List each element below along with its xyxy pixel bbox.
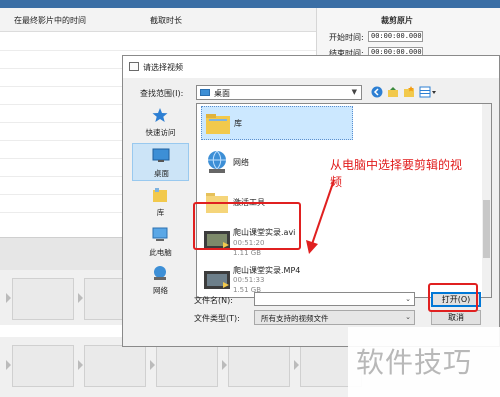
chevron-down-icon: ⌄ — [405, 295, 411, 303]
storyboard-slot[interactable] — [12, 345, 74, 387]
video-file-icon — [204, 271, 230, 289]
network-globe-icon — [208, 150, 226, 173]
new-folder-icon[interactable] — [403, 86, 415, 98]
storyboard-slot[interactable] — [228, 345, 290, 387]
dialog-titlebar[interactable]: 请选择视频 — [123, 56, 499, 78]
transition-arrow-icon — [150, 360, 155, 370]
transition-arrow-icon — [294, 360, 299, 370]
library-folder-icon — [206, 114, 230, 134]
look-in-value: 桌面 — [214, 89, 230, 98]
file-type-value: 所有支持的视频文件 — [261, 314, 329, 323]
cancel-button[interactable]: 取消 — [431, 310, 481, 325]
file-name-dropdown[interactable]: ⌄ — [254, 292, 415, 306]
place-label: 桌面 — [154, 169, 169, 178]
network-icon — [154, 266, 166, 280]
place-libraries[interactable]: 库 — [132, 183, 189, 221]
file-name: 爬山课堂实录.MP4 — [233, 266, 301, 275]
transition-arrow-icon — [78, 360, 83, 370]
storyboard-slot[interactable] — [84, 345, 146, 387]
chevron-down-icon: ⌄ — [405, 313, 411, 321]
list-row-divider — [0, 50, 316, 51]
place-label: 此电脑 — [149, 248, 172, 257]
file-name-label: 文件名(N): — [194, 296, 233, 305]
dialog-title: 请选择视频 — [143, 63, 183, 72]
chevron-down-icon: ▼ — [351, 88, 357, 96]
clip-start-label: 开始时间: — [329, 33, 364, 42]
file-duration: 00:51:33 — [233, 276, 265, 284]
highlight-box-video-file — [193, 202, 301, 250]
place-desktop[interactable]: 桌面 — [132, 143, 189, 181]
place-label: 快速访问 — [145, 128, 176, 137]
transition-arrow-icon — [222, 360, 227, 370]
star-icon — [152, 108, 168, 122]
column-header-time-in-movie[interactable]: 在最终影片中的时间 — [14, 15, 86, 26]
place-this-pc[interactable]: 此电脑 — [132, 223, 189, 261]
column-header-clip-duration[interactable]: 截取时长 — [150, 15, 182, 26]
dialog-window-icon — [129, 62, 139, 71]
file-type-combobox[interactable]: 所有支持的视频文件 ⌄ — [254, 310, 415, 325]
highlight-box-open-button — [428, 283, 478, 312]
watermark: 软件技巧 — [348, 327, 500, 397]
transition-arrow-icon — [78, 293, 83, 303]
file-name: 网络 — [233, 158, 249, 167]
library-icon — [153, 188, 167, 202]
scrollbar-thumb[interactable] — [483, 200, 490, 258]
back-icon[interactable] — [371, 86, 383, 98]
storyboard-slot[interactable] — [12, 278, 74, 320]
look-in-combobox[interactable]: 桌面 ▼ — [196, 85, 362, 100]
place-label: 库 — [156, 208, 165, 217]
place-label: 网络 — [153, 286, 168, 295]
file-item-library[interactable]: 库 — [201, 106, 353, 140]
app-top-bar — [0, 0, 500, 8]
file-type-label: 文件类型(T): — [194, 314, 240, 323]
place-network[interactable]: 网络 — [132, 261, 189, 299]
view-menu-icon[interactable] — [419, 86, 437, 98]
timeline-column-header: 在最终影片中的时间 截取时长 — [0, 8, 316, 32]
places-bar: 快速访问 桌面 库 此电脑 网络 — [132, 103, 189, 298]
file-list-scrollbar[interactable] — [482, 104, 491, 297]
storyboard-slot[interactable] — [156, 345, 218, 387]
desktop-small-icon — [200, 89, 210, 96]
clip-start-field[interactable]: 00:00:00.000 — [368, 31, 423, 42]
file-size: 1.11 GB — [233, 249, 262, 257]
watermark-text: 软件技巧 — [356, 346, 473, 379]
up-folder-icon[interactable] — [387, 86, 399, 98]
file-list[interactable]: 库 网络 激活工具 爬山课堂实录.avi 00:51:20 1.11 GB 爬山… — [196, 103, 492, 298]
annotation-text: 从电脑中选择要剪辑的视频 — [330, 158, 463, 189]
transition-arrow-icon — [6, 360, 11, 370]
file-name: 库 — [234, 119, 242, 128]
computer-icon — [152, 227, 168, 241]
look-in-label: 查找范围(I): — [140, 89, 184, 98]
desktop-icon — [152, 148, 170, 162]
transition-arrow-icon — [6, 293, 11, 303]
place-quick-access[interactable]: 快速访问 — [132, 103, 189, 141]
clip-panel-title: 裁剪原片 — [381, 16, 413, 25]
